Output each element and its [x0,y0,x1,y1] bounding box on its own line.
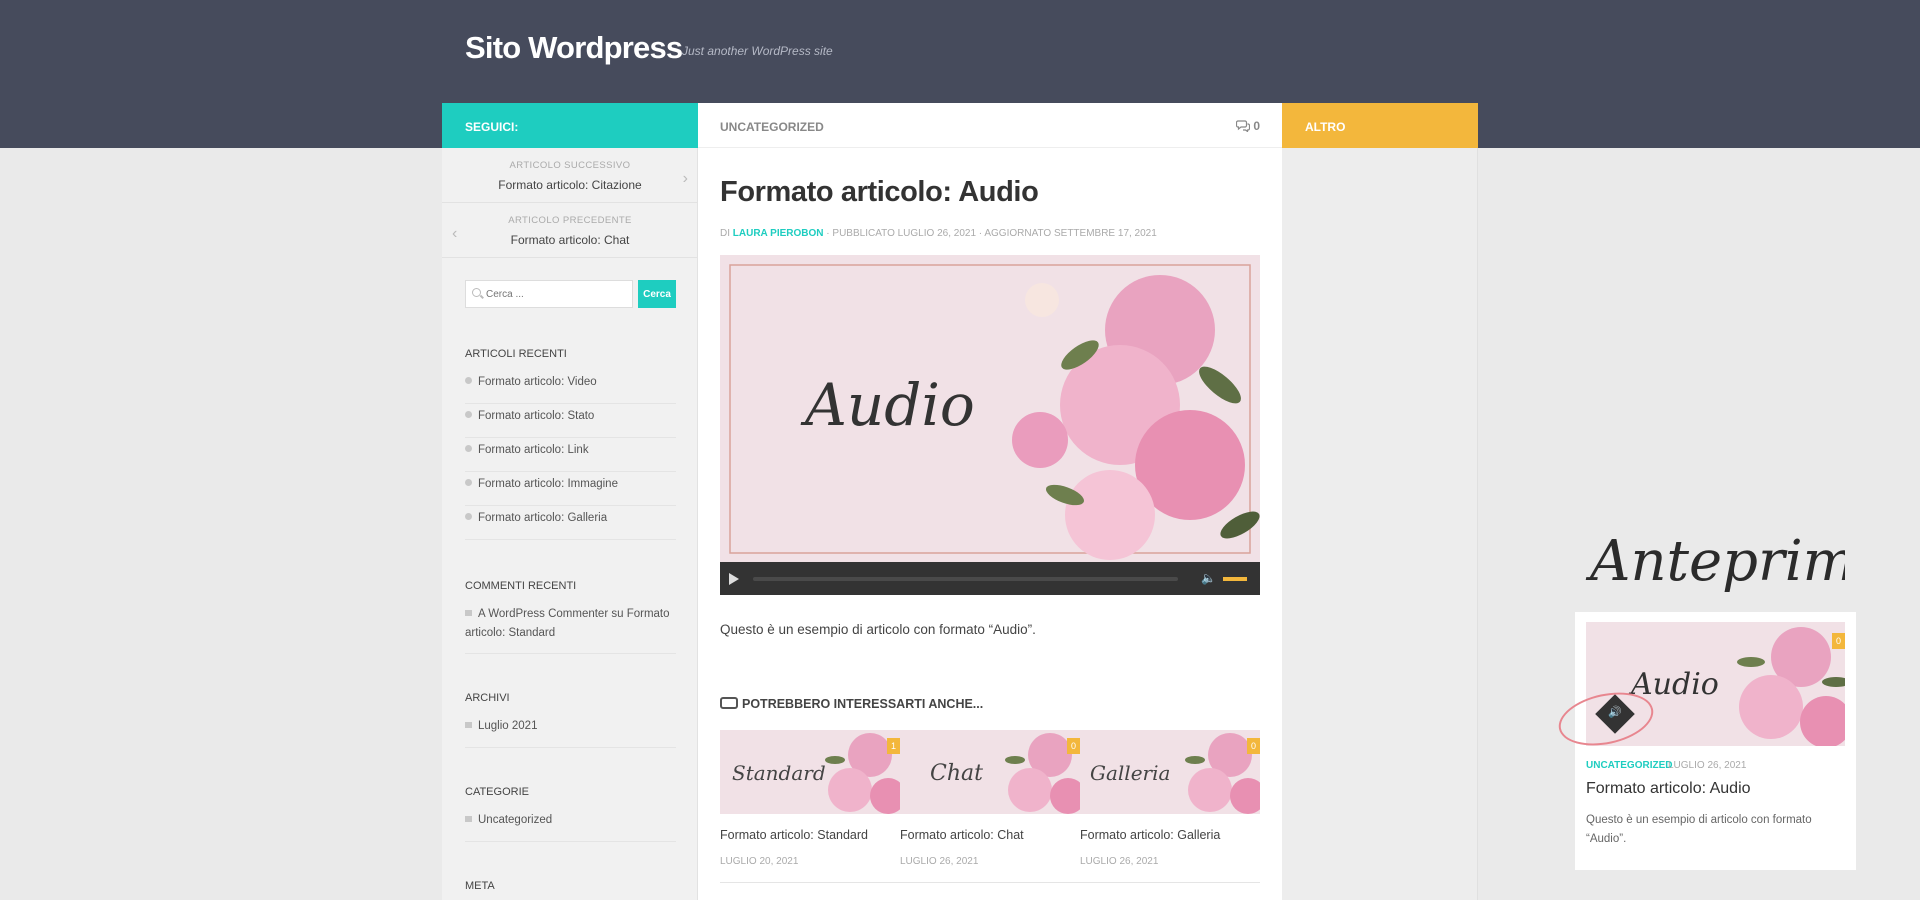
hand-point-icon [720,697,738,709]
recent-comments-title: COMMENTI RECENTI [465,580,577,592]
left-sidebar: ARTICOLO SUCCESSIVO Formato articolo: Ci… [442,148,698,900]
related-script-text: Chat [930,761,983,786]
site-title[interactable]: Sito Wordpress [465,30,683,66]
hero-script-text: Audio [800,371,975,439]
chevron-left-icon: ‹ [452,225,458,242]
related-date: LUGLIO 26, 2021 [900,856,979,867]
next-post-link[interactable]: ARTICOLO SUCCESSIVO Formato articolo: Ci… [442,148,698,203]
follow-bar: SEGUICI: [442,103,698,148]
related-posts-heading: POTREBBERO INTERESSARTI ANCHE... [720,697,983,711]
main-content: Formato articolo: Audio DI LAURA PIEROBO… [698,148,1282,900]
preview-category[interactable]: UNCATEGORIZED [1586,760,1672,771]
search-input[interactable] [465,280,633,308]
related-post-card[interactable]: Galleria 0 Formato articolo: Galleria LU… [1080,730,1266,867]
related-thumbnail[interactable]: Galleria 0 [1080,730,1266,814]
site-tagline: Just another WordPress site [682,44,833,58]
related-script-text: Galleria [1090,761,1170,785]
comment-bubble-icon [1236,120,1251,133]
post-meta: DI LAURA PIEROBON · PUBBLICATO LUGLIO 26… [720,228,1157,239]
search-form: Cerca [465,280,676,308]
recent-comments-list: A WordPress Commenter su Formato articol… [465,602,676,654]
bullet-icon [465,479,472,486]
folder-icon [465,816,472,822]
search-icon [472,288,481,297]
comment-badge: 0 [1246,738,1260,754]
related-thumbnail[interactable]: Chat 0 [900,730,1086,814]
calendar-icon [465,722,472,728]
recent-posts-list: Formato articolo: Video Formato articolo… [465,370,676,540]
previous-post-title: Formato articolo: Chat [510,233,630,247]
list-item[interactable]: Formato articolo: Stato [465,404,676,438]
previous-post-link[interactable]: ARTICOLO PRECEDENTE Formato articolo: Ch… [442,203,698,258]
right-sidebar [1282,148,1478,900]
author-link[interactable]: LAURA PIEROBON [733,228,824,239]
bullet-icon [465,411,472,418]
categories-list: Uncategorized [465,808,676,842]
category-link[interactable]: UNCATEGORIZED [720,120,824,134]
volume-level [1223,577,1247,581]
audio-progress-slider[interactable] [753,577,1178,581]
list-item[interactable]: Luglio 2021 [465,714,676,748]
chevron-right-icon: › [682,170,688,187]
meta-title: META [465,880,495,892]
search-button[interactable]: Cerca [638,280,676,308]
related-title[interactable]: Formato articolo: Galleria [1080,828,1260,842]
related-script-text: Standard [732,761,826,785]
featured-image: Audio [720,255,1260,563]
related-date: LUGLIO 20, 2021 [720,856,799,867]
bullet-icon [465,445,472,452]
list-item[interactable]: Formato articolo: Video [465,370,676,404]
comment-badge: 0 [1831,633,1845,649]
preview-script-text: Anteprima [1585,529,1845,594]
post-title: Formato articolo: Audio [720,176,1039,208]
audio-player: 🔈 [720,562,1260,595]
comment-icon [465,610,472,616]
more-bar: ALTRO [1282,103,1478,148]
list-item[interactable]: A WordPress Commenter su Formato articol… [465,602,676,654]
post-excerpt: Questo è un esempio di articolo con form… [720,622,1036,637]
list-item[interactable]: Formato articolo: Immagine [465,472,676,506]
volume-icon[interactable]: 🔈 [1201,571,1216,585]
archives-title: ARCHIVI [465,692,510,704]
preview-title[interactable]: Formato articolo: Audio [1586,780,1751,798]
categories-title: CATEGORIE [465,786,529,798]
previous-post-label: ARTICOLO PRECEDENTE [508,215,632,226]
post-category-bar: UNCATEGORIZED 0 [698,103,1282,148]
comment-count-link[interactable]: 0 [1236,119,1260,133]
preview-script-heading: Anteprima [1585,529,1845,594]
related-title[interactable]: Formato articolo: Standard [720,828,900,842]
related-post-card[interactable]: Standard 1 Formato articolo: Standard LU… [720,730,906,867]
comment-count: 0 [1253,119,1260,133]
bullet-icon [465,377,472,384]
list-item[interactable]: Formato articolo: Link [465,438,676,472]
bullet-icon [465,513,472,520]
recent-posts-title: ARTICOLI RECENTI [465,348,567,360]
preview-excerpt: Questo è un esempio di articolo con form… [1586,814,1812,845]
preview-card: Audio 0 🔊 UNCATEGORIZED LUGLIO 26, 2021 … [1553,612,1856,870]
list-item[interactable]: Uncategorized [465,808,676,842]
volume-slider[interactable] [1223,577,1247,581]
divider [720,882,1260,883]
comment-badge: 1 [886,738,900,754]
related-date: LUGLIO 26, 2021 [1080,856,1159,867]
play-icon[interactable] [729,573,739,585]
next-post-title: Formato articolo: Citazione [498,178,642,192]
related-post-card[interactable]: Chat 0 Formato articolo: Chat LUGLIO 26,… [900,730,1086,867]
comment-badge: 0 [1066,738,1080,754]
archives-list: Luglio 2021 [465,714,676,748]
next-post-label: ARTICOLO SUCCESSIVO [509,160,631,171]
preview-date: LUGLIO 26, 2021 [1668,760,1747,771]
related-title[interactable]: Formato articolo: Chat [900,828,1080,842]
list-item[interactable]: Formato articolo: Galleria [465,506,676,540]
related-thumbnail[interactable]: Standard 1 [720,730,906,814]
